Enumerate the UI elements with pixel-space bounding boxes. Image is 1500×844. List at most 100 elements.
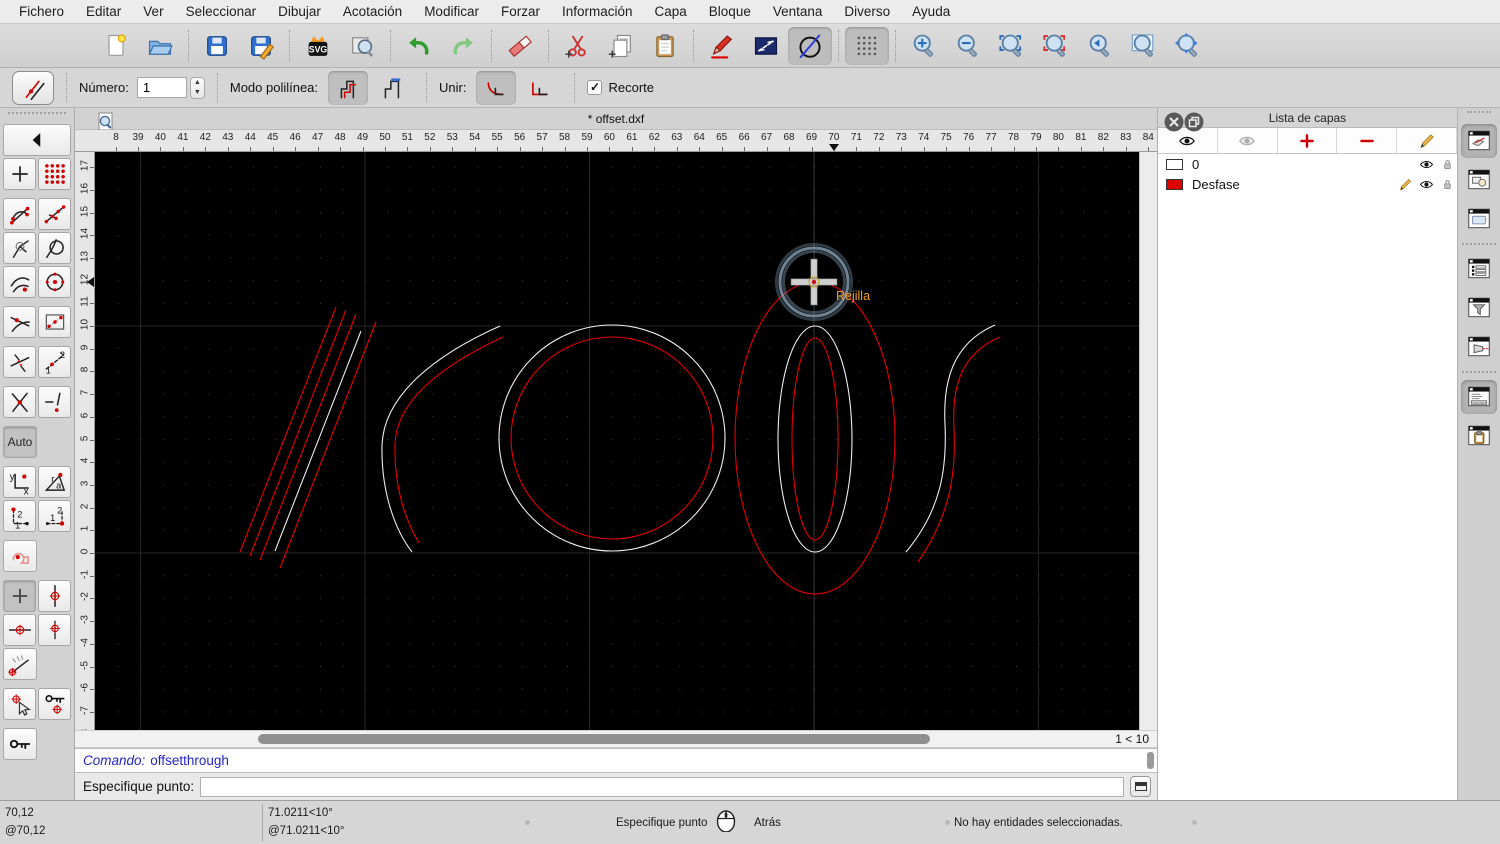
back-button[interactable] [3, 124, 71, 156]
snap-free-button[interactable] [3, 158, 36, 190]
layer-visibility-eye-icon[interactable] [1413, 157, 1428, 172]
set-relative-zero-button[interactable] [3, 688, 36, 720]
new-file-button[interactable] [94, 27, 138, 65]
svg-export-button[interactable]: SVG [296, 27, 340, 65]
snap-tangent-line-button[interactable] [3, 306, 36, 338]
snap-intersection-button[interactable] [3, 386, 36, 418]
open-file-button[interactable] [138, 27, 182, 65]
menu-dibujar[interactable]: Dibujar [267, 0, 332, 23]
menu-ver[interactable]: Ver [132, 0, 174, 23]
copy-button[interactable] [599, 27, 643, 65]
restrict-orthogonal-button[interactable] [3, 346, 36, 378]
grid-tool-button[interactable] [845, 27, 889, 65]
snap-grid-button[interactable] [38, 158, 71, 190]
palette-drag-handle[interactable] [8, 112, 66, 120]
command-history-scrollbar[interactable] [1147, 752, 1154, 769]
dock-selection-filter-button[interactable] [1461, 291, 1497, 325]
menu-información[interactable]: Información [551, 0, 644, 23]
coordinate-relative-polar-button[interactable]: 12 [38, 500, 71, 532]
add-layer-button[interactable] [1278, 128, 1338, 153]
hide-all-layers-button[interactable] [1218, 128, 1278, 153]
paste-button[interactable] [643, 27, 687, 65]
current-tool-button[interactable] [12, 71, 54, 105]
zoom-out-button[interactable] [946, 27, 990, 65]
horizontal-scrollbar-thumb[interactable] [258, 734, 930, 744]
undo-button[interactable] [397, 27, 441, 65]
menu-acotación[interactable]: Acotación [332, 0, 413, 23]
relative-zero-key-button[interactable] [3, 728, 37, 760]
number-stepper[interactable]: ▲▼ [190, 77, 205, 99]
remove-layer-button[interactable] [1337, 128, 1397, 153]
restrict-angle-button[interactable] [3, 648, 37, 680]
zoom-select-button[interactable] [1034, 27, 1078, 65]
edit-layer-button[interactable] [1397, 128, 1457, 153]
restrict-vertical-alt-button[interactable] [38, 614, 71, 646]
float-panel-icon[interactable] [1182, 110, 1206, 134]
menu-capa[interactable]: Capa [644, 0, 698, 23]
print-preview-button[interactable] [340, 27, 384, 65]
lock-relative-zero-button[interactable] [38, 688, 71, 720]
redo-button[interactable] [441, 27, 485, 65]
document-titlebar[interactable]: * offset.dxf [75, 108, 1157, 130]
menu-ayuda[interactable]: Ayuda [901, 0, 961, 23]
layer-lock-icon[interactable] [1434, 157, 1449, 172]
menu-modificar[interactable]: Modificar [413, 0, 490, 23]
dock-library-browser-button[interactable] [1461, 202, 1497, 236]
join-round-button[interactable] [476, 71, 516, 105]
layer-row[interactable]: Desfase [1158, 174, 1457, 194]
menu-diverso[interactable]: Diverso [833, 0, 901, 23]
dock-command-trigger-button[interactable] [1461, 330, 1497, 364]
coordinate-polar-button[interactable]: ra [38, 466, 71, 498]
snap-on-entity-button[interactable] [38, 198, 71, 230]
vertical-scrollbar[interactable] [1139, 152, 1157, 730]
snap-intersection-manual-button[interactable] [38, 386, 71, 418]
dock-layer-list-button[interactable] [1461, 124, 1497, 158]
command-input[interactable] [200, 777, 1124, 797]
menu-seleccionar[interactable]: Seleccionar [175, 0, 268, 23]
menu-forzar[interactable]: Forzar [490, 0, 551, 23]
save-as-file-button[interactable] [239, 27, 283, 65]
restrict-to-entity-button[interactable] [3, 540, 37, 572]
command-window-toggle-button[interactable] [1130, 776, 1151, 797]
restrict-horizontal-button[interactable] [3, 614, 36, 646]
zoom-pan-button[interactable] [1166, 27, 1210, 65]
layer-visibility-eye-icon[interactable] [1413, 177, 1428, 192]
menu-bloque[interactable]: Bloque [698, 0, 762, 23]
snap-center-button[interactable] [38, 266, 71, 298]
zoom-in-button[interactable] [902, 27, 946, 65]
menu-ventana[interactable]: Ventana [762, 0, 834, 23]
join-sharp-button[interactable] [520, 71, 560, 105]
save-file-button[interactable] [195, 27, 239, 65]
cut-button[interactable] [555, 27, 599, 65]
polyline-mode-2-button[interactable] [372, 71, 412, 105]
snap-nearest-button[interactable] [3, 266, 36, 298]
layer-row[interactable]: 0 [1158, 154, 1457, 174]
dock-clipboard-button[interactable] [1461, 419, 1497, 453]
snap-reference-button[interactable] [38, 306, 71, 338]
snap-endpoints-button[interactable] [3, 198, 36, 230]
snap-perpendicular-button[interactable] [3, 232, 36, 264]
coordinate-relative-cartesian-button[interactable]: 21 [3, 500, 36, 532]
trim-checkbox[interactable]: ✓ [587, 80, 602, 95]
zoom-window-button[interactable] [1122, 27, 1166, 65]
coordinate-cartesian-button[interactable]: yx [3, 466, 36, 498]
menu-fichero[interactable]: Fichero [8, 0, 75, 23]
drawing-canvas[interactable]: Rejilla [95, 152, 1139, 730]
dock-property-editor-button[interactable] [1461, 252, 1497, 286]
circle-tool-button[interactable] [788, 27, 832, 65]
restrict-vertical-button[interactable] [38, 580, 71, 612]
snap-distance-button[interactable]: 12 [38, 346, 71, 378]
number-input[interactable] [137, 77, 187, 98]
zoom-auto-button[interactable] [990, 27, 1034, 65]
layer-lock-icon[interactable] [1434, 177, 1449, 192]
snap-auto-button[interactable]: Auto [3, 426, 37, 458]
eraser-button[interactable] [498, 27, 542, 65]
measure-button[interactable] [744, 27, 788, 65]
polyline-mode-1-button[interactable] [328, 71, 368, 105]
menu-editar[interactable]: Editar [75, 0, 132, 23]
dock-block-list-button[interactable] [1461, 163, 1497, 197]
number-spinbox[interactable]: ▲▼ [137, 77, 205, 99]
dock-drag-handle[interactable] [1467, 111, 1491, 119]
horizontal-scrollbar[interactable]: 1 < 10 [75, 730, 1157, 748]
zoom-previous-button[interactable] [1078, 27, 1122, 65]
